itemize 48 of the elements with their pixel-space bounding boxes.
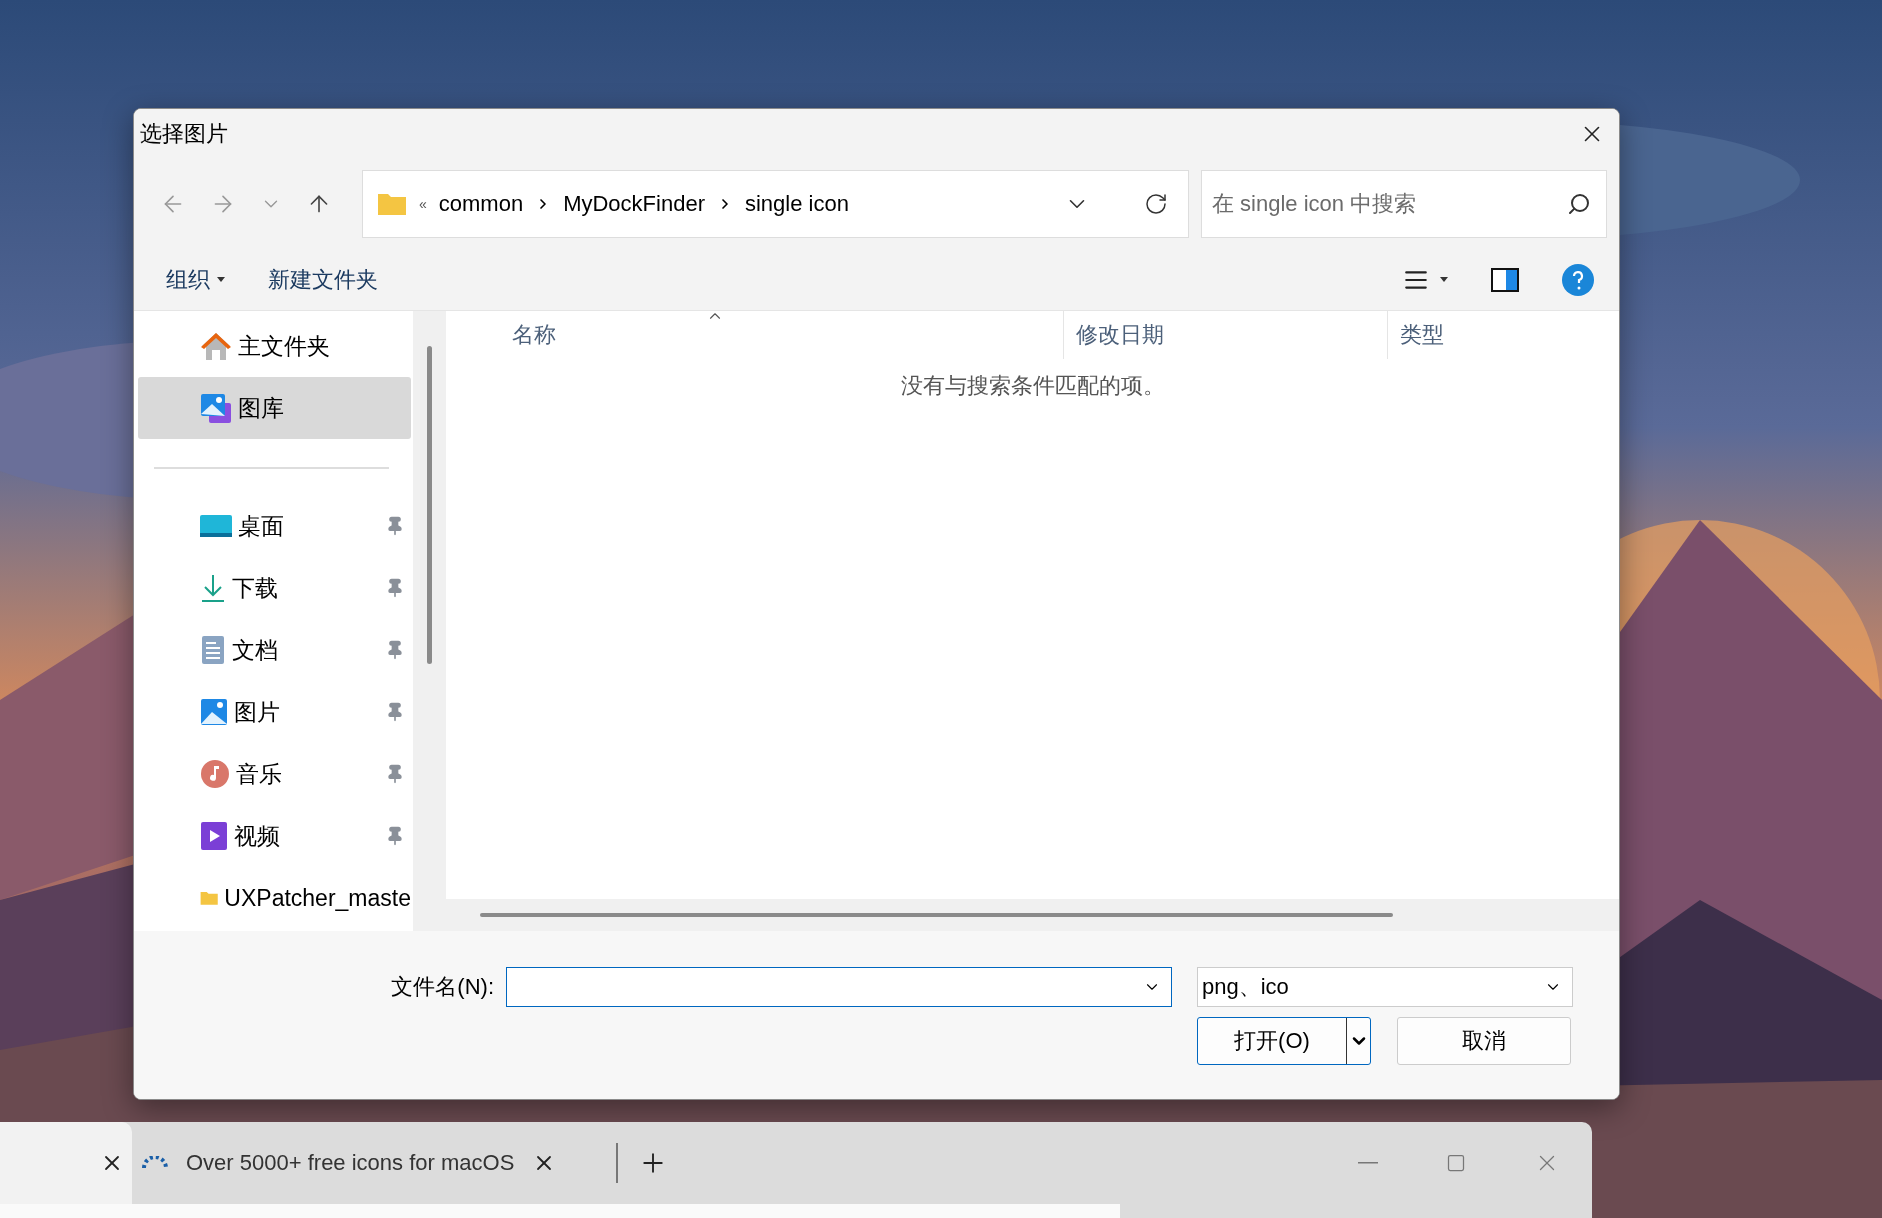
breadcrumb[interactable]: common <box>438 191 524 217</box>
search-icon <box>1567 192 1591 216</box>
video-icon <box>200 821 228 851</box>
address-bar[interactable]: « common MyDockFinder single icon <box>362 170 1189 238</box>
sidebar-item[interactable]: 下载 <box>138 557 411 619</box>
sidebar-item[interactable]: 图片 <box>138 681 411 743</box>
horizontal-scrollbar[interactable] <box>446 899 1619 931</box>
loading-icon <box>142 1156 168 1170</box>
help-icon <box>1561 262 1595 297</box>
breadcrumb[interactable]: single icon <box>744 191 849 217</box>
column-header[interactable]: 修改日期 <box>1064 311 1388 359</box>
overflow-marker: « <box>419 196 427 212</box>
preview-pane-icon <box>1491 267 1519 292</box>
search-field[interactable]: 在 single icon 中搜索 <box>1201 170 1607 238</box>
home-icon <box>200 331 232 361</box>
scrollbar[interactable] <box>413 311 446 931</box>
new-folder-button[interactable]: 新建文件夹 <box>262 260 384 299</box>
sidebar-item[interactable]: 主文件夹 <box>138 315 411 377</box>
open-button[interactable]: 打开(O) <box>1197 1017 1371 1065</box>
sidebar-item[interactable]: 桌面 <box>138 495 411 557</box>
sidebar-item[interactable]: 视频 <box>138 805 411 867</box>
maximize-icon <box>1446 1153 1466 1173</box>
breadcrumb[interactable]: MyDockFinder <box>563 191 705 217</box>
download-icon <box>200 573 226 603</box>
filename-field[interactable] <box>506 967 1172 1007</box>
picture-icon <box>200 698 228 726</box>
folder-icon <box>377 192 407 216</box>
document-icon <box>200 635 226 665</box>
file-type-dropdown[interactable]: png、ico <box>1197 967 1573 1007</box>
minimize-icon <box>1358 1162 1378 1164</box>
sidebar-item[interactable]: 文档 <box>138 619 411 681</box>
refresh-icon <box>1144 192 1168 216</box>
organize-menu[interactable]: 组织 <box>160 260 232 299</box>
cancel-button[interactable]: 取消 <box>1397 1017 1571 1065</box>
gallery-icon <box>200 392 232 424</box>
column-header[interactable]: 类型 <box>1388 311 1619 359</box>
dropdown-arrow-icon <box>1439 276 1449 283</box>
column-header[interactable]: 名称 <box>446 311 1064 359</box>
sidebar-item-selected[interactable]: 图库 <box>138 377 411 439</box>
filename-label: 文件名(N): <box>391 973 495 1001</box>
browser-tab[interactable]: Over 5000+ free icons for macOS <box>132 1122 602 1204</box>
desktop-icon <box>200 513 232 539</box>
sidebar-item[interactable]: 音乐 <box>138 743 411 805</box>
window-title: 选择图片 <box>140 120 228 148</box>
sidebar-item[interactable]: UXPatcher_maste <box>138 867 411 929</box>
empty-message: 没有与搜索条件匹配的项。 <box>900 372 1165 400</box>
music-icon <box>200 759 230 789</box>
dropdown-arrow-icon <box>216 276 226 283</box>
